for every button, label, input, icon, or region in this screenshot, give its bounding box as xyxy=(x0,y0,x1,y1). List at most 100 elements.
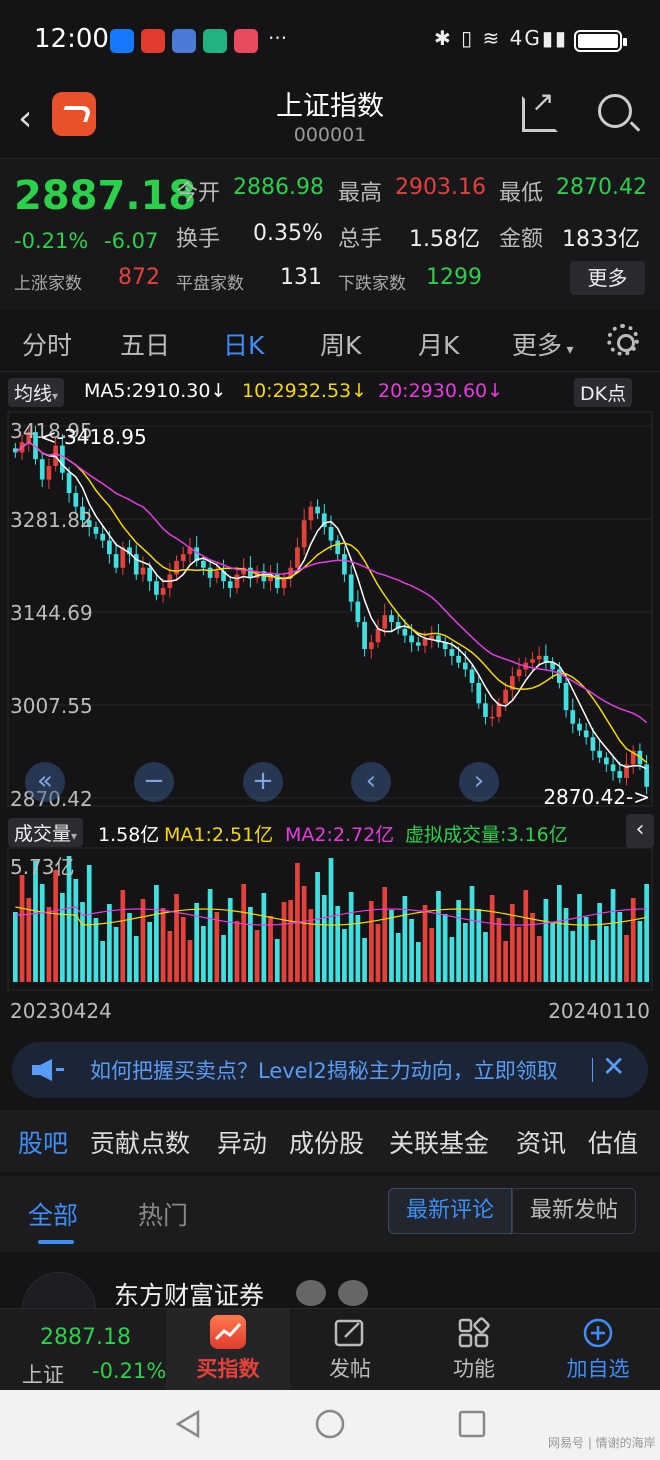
tab-monthly-k[interactable]: 月K xyxy=(418,326,459,362)
volume-bar xyxy=(483,932,488,982)
volume-bar xyxy=(335,906,341,982)
dk-point-button[interactable]: DK点 xyxy=(574,378,633,407)
y-tick-label: 3144.69 xyxy=(10,601,93,625)
tab-related-funds[interactable]: 关联基金 xyxy=(389,1124,489,1160)
zoom-in-button[interactable]: + xyxy=(243,762,283,802)
ma-selector[interactable]: 均线▾ xyxy=(8,378,65,407)
section-tabs: 股吧 贡献点数 异动 成份股 关联基金 资讯 估值 xyxy=(0,1110,660,1172)
add-watchlist-button[interactable]: 加自选 xyxy=(548,1309,648,1391)
close-icon[interactable]: ✕ xyxy=(602,1050,625,1083)
candle-body xyxy=(610,764,616,772)
promo-text: 如何把握买卖点？Level2揭秘主力动向，立即领取 xyxy=(90,1059,558,1083)
volume-bar xyxy=(241,884,247,982)
candle-body xyxy=(46,465,52,480)
ma-selector-label: 均线 xyxy=(14,383,53,405)
volume-label: 总手 xyxy=(338,227,383,252)
candle-body xyxy=(456,655,461,663)
volume-bar xyxy=(462,923,468,982)
search-icon[interactable] xyxy=(598,94,632,128)
volume-bar xyxy=(348,892,354,982)
candle-body xyxy=(409,635,414,643)
chart-period-tabs: 分时 五日 日K 周K 月K 更多 ▾ xyxy=(0,310,660,372)
volume-bar xyxy=(127,913,132,982)
sort-latest-post-button[interactable]: 最新发帖 xyxy=(512,1188,636,1234)
settings-gear-icon[interactable] xyxy=(607,324,639,356)
tab-valuation[interactable]: 估值 xyxy=(588,1124,638,1160)
buy-index-button[interactable]: 买指数 xyxy=(166,1309,290,1391)
nav-home-icon[interactable] xyxy=(314,1408,346,1440)
scroll-right-button[interactable]: › xyxy=(459,762,499,802)
candle-body xyxy=(603,757,609,765)
bottom-action-bar: 2887.18 上证 -0.21% 买指数 发帖 功能 加自选 xyxy=(0,1308,660,1391)
up-count-label: 上涨家数 xyxy=(14,274,82,294)
more-button[interactable]: 更多 xyxy=(570,261,645,295)
tab-contribution[interactable]: 贡献点数 xyxy=(90,1124,190,1160)
scroll-left-button[interactable]: ‹ xyxy=(351,762,391,802)
medal-icon xyxy=(338,1280,368,1306)
candle-body xyxy=(483,703,488,717)
current-price: 2887.18 xyxy=(14,173,197,219)
high-value: 2903.16 xyxy=(395,175,486,200)
candle-body xyxy=(597,750,602,758)
bottom-index-change: -0.21% xyxy=(92,1359,167,1383)
ma20-value: 20:2930.60↓ xyxy=(378,380,504,402)
volume-bar xyxy=(630,898,636,982)
volume-selector[interactable]: 成交量▾ xyxy=(8,818,84,847)
candle-body xyxy=(516,669,522,677)
nav-recents-icon[interactable] xyxy=(456,1408,488,1440)
volume-bar xyxy=(355,915,361,982)
kline-chart[interactable]: 3418.953281.823144.693007.552870.42<-341… xyxy=(0,372,660,1032)
promo-banner[interactable]: 如何把握买卖点？Level2揭秘主力动向，立即领取 ✕ xyxy=(12,1042,648,1098)
volume-bar xyxy=(321,895,327,982)
share-icon[interactable] xyxy=(522,85,558,132)
volume-bar xyxy=(174,894,179,982)
volume-bar xyxy=(603,926,609,982)
subtab-hot[interactable]: 热门 xyxy=(138,1196,188,1232)
subtab-all[interactable]: 全部 xyxy=(28,1196,78,1232)
stock-code: 000001 xyxy=(293,124,367,146)
volume-bar xyxy=(160,908,166,982)
tab-intraday[interactable]: 分时 xyxy=(22,326,72,362)
nav-back-icon[interactable] xyxy=(172,1408,204,1440)
volume-bar xyxy=(610,889,616,982)
tab-daily-k[interactable]: 日K xyxy=(223,326,264,362)
volume-bar xyxy=(53,870,59,982)
post-label: 发帖 xyxy=(329,1357,371,1381)
tab-weekly-k[interactable]: 周K xyxy=(320,326,361,362)
scroll-far-left-button[interactable]: « xyxy=(25,762,65,802)
zoom-out-button[interactable]: − xyxy=(134,762,174,802)
sort-latest-comment-button[interactable]: 最新评论 xyxy=(388,1188,512,1234)
candle-body xyxy=(214,571,220,578)
tab-five-day[interactable]: 五日 xyxy=(120,326,170,362)
tab-constituents[interactable]: 成份股 xyxy=(289,1124,364,1160)
volume-bar xyxy=(328,858,334,982)
volume-bar xyxy=(556,885,562,982)
tab-more[interactable]: 更多 ▾ xyxy=(512,326,574,362)
tab-forum[interactable]: 股吧 xyxy=(18,1124,68,1160)
candle-body xyxy=(362,621,367,650)
tab-movement[interactable]: 异动 xyxy=(217,1124,267,1160)
candle-body xyxy=(308,506,314,521)
up-count-value: 872 xyxy=(118,265,160,290)
watermark: 网易号 | 情谢的海岸 xyxy=(548,1436,656,1450)
down-count-label: 下跌家数 xyxy=(338,274,406,294)
system-icons: ✱ ▯ ≋ 4G▮▮ xyxy=(434,26,568,50)
volume-bar xyxy=(140,899,146,982)
candle-body xyxy=(66,472,72,494)
network-type: 4G xyxy=(509,26,542,50)
post-preview[interactable]: 东方财富证券 xyxy=(0,1252,660,1346)
post-button[interactable]: 发帖 xyxy=(300,1309,400,1391)
caret-down-icon: ▾ xyxy=(52,389,59,403)
candle-body xyxy=(180,554,186,561)
candle-body xyxy=(469,669,475,683)
functions-button[interactable]: 功能 xyxy=(424,1309,524,1391)
open-value: 2886.98 xyxy=(233,175,324,200)
volume-bar xyxy=(268,916,273,982)
tab-news[interactable]: 资讯 xyxy=(516,1124,566,1160)
bottom-index-price: 2887.18 xyxy=(40,1325,131,1350)
candle-body xyxy=(342,554,347,575)
collapse-panel-icon[interactable]: ‹ xyxy=(626,814,654,848)
candle-body xyxy=(113,554,119,568)
speaker-icon xyxy=(32,1059,64,1081)
battery-icon xyxy=(574,30,627,52)
